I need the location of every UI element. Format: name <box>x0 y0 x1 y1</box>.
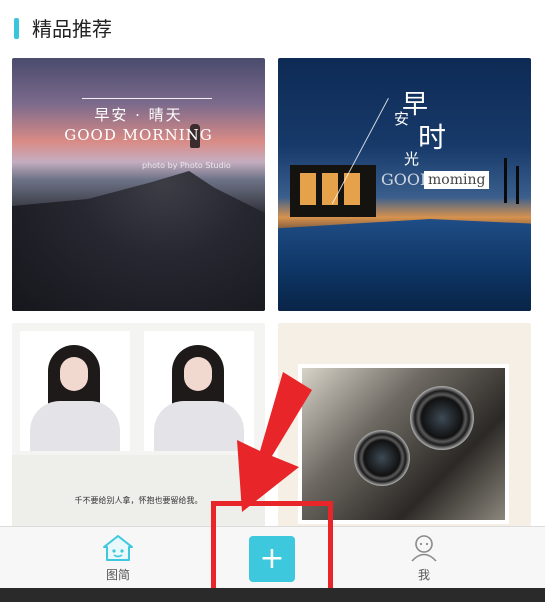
window <box>300 173 316 205</box>
divider-line <box>82 98 212 99</box>
card-subtitle-right: moming <box>424 171 490 189</box>
nav-tab-me[interactable]: 我 <box>384 527 464 589</box>
nav-tab-home[interactable]: 图简 <box>78 527 158 589</box>
nav-label-home: 图简 <box>105 567 130 582</box>
template-card-portrait[interactable]: 千不要给别人拿，怀抱也要留给我。 <box>12 323 265 528</box>
lens-photo <box>302 368 505 520</box>
face <box>60 357 88 391</box>
title-char-an: 安 <box>394 110 410 128</box>
nav-label-me: 我 <box>417 567 430 582</box>
highlight-box <box>211 501 333 593</box>
template-card-good-morning[interactable]: 早安 · 晴天 GOOD MORNING photo by Photo Stud… <box>12 58 265 311</box>
portrait-photo <box>144 331 254 451</box>
sweater <box>30 401 120 451</box>
window <box>322 173 338 205</box>
system-bar <box>0 588 545 602</box>
template-card-camera-lens[interactable] <box>278 323 531 528</box>
rock-silhouette <box>12 171 265 311</box>
section-accent-bar <box>14 18 19 39</box>
palm-tree <box>504 158 507 203</box>
house-face-icon <box>103 534 133 561</box>
face <box>184 357 212 391</box>
title-char-shi: 时 <box>418 121 447 154</box>
section-header: 精品推荐 <box>0 0 545 58</box>
user-icon <box>411 534 437 562</box>
section-title: 精品推荐 <box>32 17 112 41</box>
house-silhouette <box>290 165 376 217</box>
photo-credit: photo by Photo Studio <box>142 161 231 170</box>
palm-tree <box>516 166 519 204</box>
sweater <box>154 401 244 451</box>
camera-lens-icon <box>410 386 474 450</box>
card-subtitle: GOOD MORNING <box>64 126 213 144</box>
portrait-photo <box>20 331 130 451</box>
camera-lens-icon <box>354 430 410 486</box>
template-card-morning-time[interactable]: 早 安 时 光 GOOD moming <box>278 58 531 311</box>
title-char-guang: 光 <box>404 150 420 168</box>
card-title: 早安 · 晴天 <box>94 106 183 124</box>
pool-reflection <box>278 219 531 311</box>
